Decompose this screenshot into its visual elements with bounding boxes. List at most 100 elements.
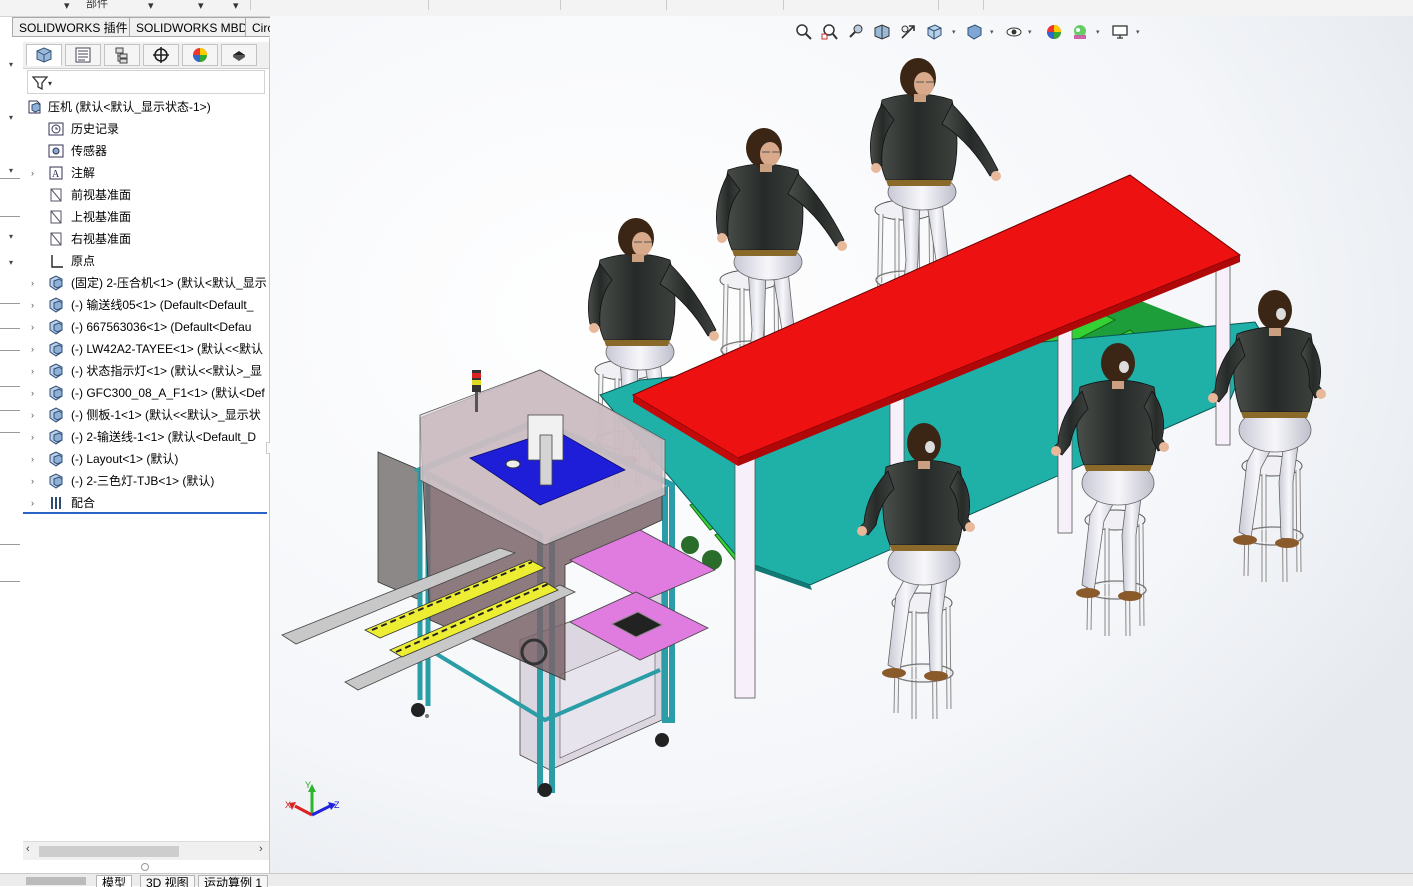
tree-item[interactable]: 上视基准面 xyxy=(23,206,269,228)
chevron-down-icon[interactable]: ▾ xyxy=(48,79,52,88)
subassembly-icon xyxy=(49,407,63,423)
separator xyxy=(560,0,561,10)
display-style-icon[interactable] xyxy=(964,22,984,42)
property-manager-tab[interactable] xyxy=(65,44,101,66)
dynamic-annotation-icon[interactable] xyxy=(898,22,918,42)
tree-item[interactable]: › (-) 状态指示灯<1> (默认<<默认>_显 xyxy=(23,360,269,382)
chevron-down-icon[interactable]: ▾ xyxy=(148,1,154,12)
tree-item[interactable]: › (-) 667563036<1> (Default<Defau xyxy=(23,316,269,338)
model-scene[interactable]: Y X Z xyxy=(270,16,1413,873)
tree-item[interactable]: › A 注解 xyxy=(23,162,269,184)
feature-manager-panel: ▾ 压机 (默认<默认_显示状态-1>) 历史记录 传感器 › A 注解前视基准面 上视基… xyxy=(23,38,274,873)
subassembly-icon xyxy=(49,451,63,467)
chevron-down-icon[interactable]: ▾ xyxy=(233,1,239,12)
tree-item-label: (-) GFC300_08_A_F1<1> (默认<Def xyxy=(71,386,265,400)
chevron-down-icon[interactable]: ▾ xyxy=(1136,28,1142,36)
view-settings-icon[interactable] xyxy=(1110,22,1130,42)
dimxpert-tab[interactable] xyxy=(143,44,179,66)
feature-manager-tab[interactable] xyxy=(26,44,62,66)
expand-icon[interactable]: › xyxy=(31,168,39,178)
tab-solidworks-addins[interactable]: SOLIDWORKS 插件 xyxy=(12,17,135,37)
chevron-down-icon[interactable]: ▾ xyxy=(1028,28,1034,36)
plane-icon xyxy=(50,232,62,246)
triad-z-label: Z xyxy=(334,800,340,810)
scroll-right-icon[interactable]: › xyxy=(259,843,263,855)
hide-show-icon[interactable] xyxy=(1004,22,1024,42)
chevron-down-icon[interactable]: ▾ xyxy=(1096,28,1102,36)
divider xyxy=(0,386,20,387)
tree-item[interactable]: › (固定) 2-压合机<1> (默认<默认_显示 xyxy=(23,272,269,294)
tab-model[interactable]: 模型 xyxy=(96,875,133,887)
chevron-down-icon[interactable]: ▾ xyxy=(990,28,996,36)
tree-item-label: (-) 667563036<1> (Default<Defau xyxy=(71,320,252,334)
subassembly-icon xyxy=(49,319,63,335)
chevron-down-icon[interactable]: ▾ xyxy=(9,233,16,241)
section-view-icon[interactable] xyxy=(872,22,892,42)
zoom-area-icon[interactable] xyxy=(820,22,840,42)
svg-text:A: A xyxy=(52,169,60,180)
tree-item[interactable]: › (-) 2-输送线-1<1> (默认<Default_D xyxy=(23,426,269,448)
chevron-down-icon[interactable]: ▾ xyxy=(9,61,16,69)
expand-icon[interactable]: › xyxy=(31,432,39,442)
chevron-down-icon[interactable]: ▾ xyxy=(198,1,204,12)
tree-item[interactable]: › (-) 2-三色灯-TJB<1> (默认) xyxy=(23,470,269,492)
tree-item[interactable]: › (-) Layout<1> (默认) xyxy=(23,448,269,470)
nav-arrows-icon[interactable] xyxy=(26,877,86,885)
chevron-down-icon[interactable]: ▾ xyxy=(64,1,70,12)
chevron-down-icon[interactable]: ▾ xyxy=(9,167,16,175)
expand-icon[interactable]: › xyxy=(31,454,39,464)
chevron-down-icon[interactable]: ▾ xyxy=(9,259,16,267)
tree-item[interactable]: › (-) LW42A2-TAYEE<1> (默认<<默认 xyxy=(23,338,269,360)
divider xyxy=(0,350,20,351)
expand-icon[interactable]: › xyxy=(31,388,39,398)
graphics-area[interactable]: Y X Z ▾ ▾ ▾ ▾ ▾ xyxy=(270,16,1413,873)
divider xyxy=(0,328,20,329)
configuration-manager-tab[interactable] xyxy=(104,44,140,66)
display-manager-tab[interactable] xyxy=(182,44,218,66)
tree-item[interactable]: 前视基准面 xyxy=(23,184,269,206)
subassembly-icon xyxy=(49,341,63,357)
expand-icon[interactable]: › xyxy=(31,300,39,310)
tab-3d-view[interactable]: 3D 视图 xyxy=(140,875,195,887)
assembly-icon xyxy=(28,100,41,114)
tree-item-label: 注解 xyxy=(71,166,96,180)
zoom-to-fit-icon[interactable] xyxy=(794,22,814,42)
previous-view-icon[interactable] xyxy=(846,22,866,42)
scroll-left-icon[interactable]: ‹ xyxy=(26,843,30,855)
tree-item[interactable]: › (-) GFC300_08_A_F1<1> (默认<Def xyxy=(23,382,269,404)
chevron-down-icon[interactable]: ▾ xyxy=(952,28,958,36)
tree-item[interactable]: 右视基准面 xyxy=(23,228,269,250)
annotation-icon: A xyxy=(49,166,63,180)
expand-icon[interactable]: › xyxy=(31,278,39,288)
tree-item[interactable]: 历史记录 xyxy=(23,118,269,140)
tree-item[interactable]: 原点 xyxy=(23,250,269,272)
tree-item-label: (-) Layout<1> (默认) xyxy=(71,452,179,466)
filter-icon[interactable] xyxy=(31,74,49,92)
edit-appearance-icon[interactable] xyxy=(1044,22,1064,42)
expand-icon[interactable]: › xyxy=(31,498,39,508)
tab-motion-study[interactable]: 运动算例 1 xyxy=(198,875,269,887)
tree-filter[interactable]: ▾ xyxy=(27,70,265,94)
tree-item[interactable]: › 配合 xyxy=(23,492,269,514)
scrollbar-thumb[interactable] xyxy=(39,846,179,857)
tab-solidworks-mbd[interactable]: SOLIDWORKS MBD xyxy=(129,17,255,37)
tree-item[interactable]: › (-) 侧板-1<1> (默认<<默认>_显示状 xyxy=(23,404,269,426)
chevron-down-icon[interactable]: ▾ xyxy=(9,114,16,122)
tree-item[interactable]: › (-) 输送线05<1> (Default<Default_ xyxy=(23,294,269,316)
horizontal-scrollbar[interactable]: ‹ › xyxy=(23,841,269,860)
view-orientation-icon[interactable] xyxy=(924,22,944,42)
tree-item[interactable]: 传感器 xyxy=(23,140,269,162)
splitter-handle[interactable] xyxy=(141,863,149,871)
tree-root[interactable]: 压机 (默认<默认_显示状态-1>) xyxy=(23,96,269,118)
separator xyxy=(983,0,984,10)
tree-end-rule xyxy=(23,512,267,514)
apply-scene-icon[interactable] xyxy=(1070,22,1090,42)
tree-root-label: 压机 (默认<默认_显示状态-1>) xyxy=(48,100,211,114)
expand-icon[interactable]: › xyxy=(31,322,39,332)
expand-icon[interactable]: › xyxy=(31,366,39,376)
expand-icon[interactable]: › xyxy=(31,410,39,420)
expand-icon[interactable]: › xyxy=(31,476,39,486)
cam-tab[interactable] xyxy=(221,44,257,66)
display-manager-icon xyxy=(193,48,207,62)
expand-icon[interactable]: › xyxy=(31,344,39,354)
